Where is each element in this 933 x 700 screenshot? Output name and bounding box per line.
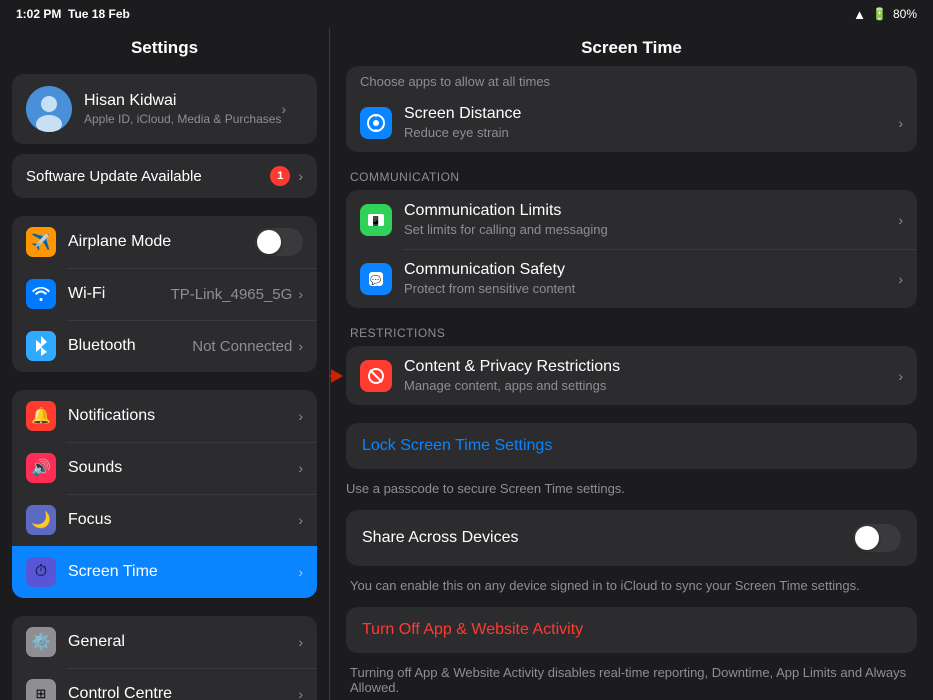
- turn-off-desc: Turning off App & Website Activity disab…: [346, 657, 917, 695]
- communication-safety-row[interactable]: 💬 Communication Safety Protect from sens…: [346, 249, 917, 308]
- sounds-icon: 🔊: [26, 453, 56, 483]
- communication-limits-subtitle: Set limits for calling and messaging: [404, 222, 898, 237]
- control-centre-row[interactable]: ⊞ Control Centre ›: [12, 668, 317, 700]
- sounds-row[interactable]: 🔊 Sounds ›: [12, 442, 317, 494]
- alerts-group: 🔔 Notifications › 🔊 Sounds › 🌙 Focus › ⏱…: [12, 390, 317, 598]
- communication-safety-subtitle: Protect from sensitive content: [404, 281, 898, 296]
- content-privacy-title: Content & Privacy Restrictions: [404, 358, 898, 376]
- left-panel-content: Hisan Kidwai Apple ID, iCloud, Media & P…: [0, 66, 329, 700]
- wifi-icon: ▲: [853, 7, 866, 22]
- update-text: Software Update Available: [26, 168, 202, 185]
- communication-safety-chevron: ›: [898, 271, 903, 287]
- battery-percent: 80%: [893, 7, 917, 21]
- wifi-settings-icon: [26, 279, 56, 309]
- general-icon: ⚙️: [26, 627, 56, 657]
- screen-time-row[interactable]: ⏱ Screen Time ›: [12, 546, 317, 598]
- communication-limits-icon: 📱: [360, 204, 392, 236]
- communication-safety-icon: 💬: [360, 263, 392, 295]
- airplane-mode-row[interactable]: ✈️ Airplane Mode: [12, 216, 317, 268]
- general-row[interactable]: ⚙️ General ›: [12, 616, 317, 668]
- screen-distance-chevron: ›: [898, 115, 903, 131]
- notifications-row[interactable]: 🔔 Notifications ›: [12, 390, 317, 442]
- lock-screen-time-title: Lock Screen Time Settings: [362, 437, 901, 455]
- profile-name: Hisan Kidwai: [84, 92, 281, 110]
- svg-text:📱: 📱: [370, 215, 381, 226]
- content-privacy-chevron: ›: [898, 368, 903, 384]
- communication-header: COMMUNICATION: [346, 170, 917, 190]
- wifi-label: Wi-Fi: [68, 285, 171, 303]
- restrictions-group: Content & Privacy Restrictions Manage co…: [346, 346, 917, 405]
- profile-row[interactable]: Hisan Kidwai Apple ID, iCloud, Media & P…: [12, 74, 317, 144]
- status-bar: 1:02 PM Tue 18 Feb ▲ 🔋 80%: [0, 0, 933, 28]
- left-panel-title: Settings: [0, 28, 329, 66]
- share-desc: You can enable this on any device signed…: [346, 570, 917, 593]
- notifications-icon: 🔔: [26, 401, 56, 431]
- turn-off-row[interactable]: Turn Off App & Website Activity: [346, 607, 917, 653]
- status-time: 1:02 PM Tue 18 Feb: [16, 7, 130, 21]
- right-panel-title: Screen Time: [330, 28, 933, 66]
- right-panel: Screen Time Choose apps to allow at all …: [330, 28, 933, 700]
- connectivity-group: ✈️ Airplane Mode Wi-Fi TP-Link_4965_5G ›: [12, 216, 317, 372]
- content-privacy-row[interactable]: Content & Privacy Restrictions Manage co…: [346, 346, 917, 405]
- general-label: General: [68, 633, 298, 651]
- content-privacy-icon: [360, 360, 392, 392]
- focus-label: Focus: [68, 511, 298, 529]
- bluetooth-value: Not Connected: [192, 338, 292, 355]
- share-across-label: Share Across Devices: [362, 529, 519, 547]
- bluetooth-icon: [26, 331, 56, 361]
- communication-limits-row[interactable]: 📱 Communication Limits Set limits for ca…: [346, 190, 917, 249]
- share-toggle[interactable]: [853, 524, 901, 552]
- airplane-label: Airplane Mode: [68, 233, 255, 251]
- control-centre-icon: ⊞: [26, 679, 56, 700]
- communication-safety-title: Communication Safety: [404, 261, 898, 279]
- right-panel-content: Choose apps to allow at all times Screen…: [330, 66, 933, 700]
- focus-icon: 🌙: [26, 505, 56, 535]
- focus-row[interactable]: 🌙 Focus ›: [12, 494, 317, 546]
- communication-limits-chevron: ›: [898, 212, 903, 228]
- turn-off-title: Turn Off App & Website Activity: [362, 621, 901, 639]
- arrow-annotation: [330, 369, 343, 383]
- notifications-label: Notifications: [68, 407, 298, 425]
- screen-distance-subtitle: Reduce eye strain: [404, 125, 898, 140]
- screen-distance-title: Screen Distance: [404, 105, 898, 123]
- status-right: ▲ 🔋 80%: [853, 7, 917, 22]
- screen-distance-row[interactable]: Screen Distance Reduce eye strain ›: [346, 93, 917, 152]
- lock-screen-time-desc: Use a passcode to secure Screen Time set…: [346, 473, 917, 496]
- svg-text:💬: 💬: [370, 274, 381, 285]
- choose-apps-text: Choose apps to allow at all times: [346, 66, 917, 93]
- communication-group: 📱 Communication Limits Set limits for ca…: [346, 190, 917, 308]
- airplane-toggle[interactable]: [255, 228, 303, 256]
- left-panel: Settings Hisan Kidwai Apple ID, iCloud,: [0, 28, 330, 700]
- restrictions-header: RESTRICTIONS: [346, 326, 917, 346]
- sounds-label: Sounds: [68, 459, 298, 477]
- wifi-value: TP-Link_4965_5G: [171, 286, 293, 303]
- airplane-icon: ✈️: [26, 227, 56, 257]
- update-chevron: ›: [298, 168, 303, 184]
- content-privacy-subtitle: Manage content, apps and settings: [404, 378, 898, 393]
- wifi-chevron: ›: [298, 286, 303, 302]
- software-update-row[interactable]: Software Update Available 1 ›: [12, 154, 317, 198]
- avatar: [26, 86, 72, 132]
- share-across-devices-row[interactable]: Share Across Devices: [346, 510, 917, 566]
- control-centre-label: Control Centre: [68, 685, 298, 700]
- lock-screen-time-row[interactable]: Lock Screen Time Settings: [346, 423, 917, 469]
- bluetooth-row[interactable]: Bluetooth Not Connected ›: [12, 320, 317, 372]
- update-badge: 1: [270, 166, 290, 186]
- battery-icon: 🔋: [872, 7, 887, 21]
- wifi-row[interactable]: Wi-Fi TP-Link_4965_5G ›: [12, 268, 317, 320]
- profile-chevron: ›: [281, 101, 286, 117]
- bluetooth-chevron: ›: [298, 338, 303, 354]
- profile-info: Hisan Kidwai Apple ID, iCloud, Media & P…: [84, 92, 281, 126]
- bluetooth-label: Bluetooth: [68, 337, 192, 355]
- screen-distance-icon: [360, 107, 392, 139]
- screen-time-icon: ⏱: [26, 557, 56, 587]
- profile-subtitle: Apple ID, iCloud, Media & Purchases: [84, 112, 281, 126]
- screen-time-label: Screen Time: [68, 563, 298, 581]
- main-layout: Settings Hisan Kidwai Apple ID, iCloud,: [0, 28, 933, 700]
- communication-limits-title: Communication Limits: [404, 202, 898, 220]
- screen-distance-group: Choose apps to allow at all times Screen…: [346, 66, 917, 152]
- display-group: ⚙️ General › ⊞ Control Centre › ☀️ Displ…: [12, 616, 317, 700]
